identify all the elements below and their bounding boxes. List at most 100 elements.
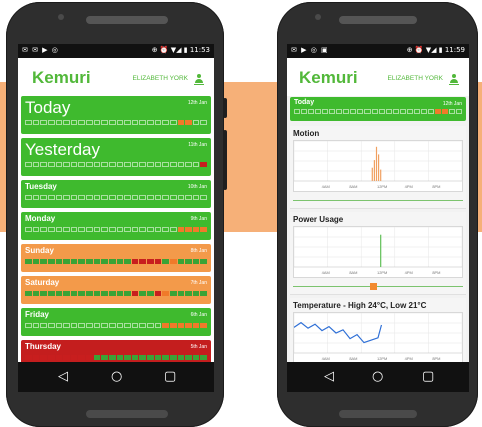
hour-segment: [93, 195, 101, 200]
hour-segment: [147, 355, 154, 360]
hour-segment: [294, 109, 301, 114]
day-card-tuesday[interactable]: Tuesday 10th Jan: [21, 180, 211, 208]
hour-segment: [32, 162, 40, 167]
app-bar: Kemuri ELIZABETH YORK: [287, 58, 469, 96]
hour-segment: [192, 227, 200, 232]
power-bar: [380, 234, 382, 267]
hour-segment: [93, 259, 101, 264]
user-name[interactable]: ELIZABETH YORK: [387, 75, 443, 82]
hour-segment: [116, 195, 124, 200]
tick-label: 8PM: [432, 270, 440, 275]
hour-segment: [200, 291, 207, 296]
tick-label: 4AM: [322, 356, 330, 361]
hour-segment: [147, 291, 154, 296]
motion-bar: [371, 167, 373, 181]
hour-segments: [25, 259, 207, 264]
hour-segments: [25, 291, 207, 296]
status-bar: ✉ ✉ ▶ ◎ ⊕ ⏰ ▼◢ ▮ 11:53: [18, 44, 214, 58]
hour-segment: [40, 120, 47, 125]
hour-segment: [78, 162, 85, 167]
hour-segment: [47, 195, 55, 200]
home-button[interactable]: ○: [372, 368, 383, 386]
day-date: 7th Jan: [190, 280, 207, 286]
hour-segment: [200, 323, 207, 328]
hour-segment: [147, 227, 154, 232]
hour-segment: [185, 291, 192, 296]
kemuri-logo[interactable]: Kemuri: [299, 68, 358, 88]
hour-segment: [185, 162, 192, 167]
graph-title: Power Usage: [293, 215, 344, 224]
hour-segment: [162, 162, 169, 167]
hour-segment: [322, 109, 329, 114]
hour-segment: [78, 355, 85, 360]
screen-left: ✉ ✉ ▶ ◎ ⊕ ⏰ ▼◢ ▮ 11:53 Kemuri ELIZABETH …: [18, 44, 214, 392]
temperature-line: [293, 321, 383, 344]
day-card-today[interactable]: Today 12th Jan: [21, 96, 211, 134]
hour-segment: [200, 162, 207, 167]
hour-segment: [434, 109, 441, 114]
hour-segments: [25, 195, 207, 200]
day-name: Tuesday: [25, 182, 57, 191]
top-speaker: [339, 16, 417, 24]
day-name: Thursday: [25, 342, 62, 351]
day-card-sunday[interactable]: Sunday 8th Jan: [21, 244, 211, 272]
hour-segment: [70, 162, 78, 167]
motion-card[interactable]: Motion 4AM 8AM 12PM 4PM 8PM: [290, 126, 466, 209]
hour-segment: [47, 355, 55, 360]
hour-segment: [116, 227, 124, 232]
day-card-thursday[interactable]: Thursday 5th Jan: [21, 340, 211, 362]
user-name[interactable]: ELIZABETH YORK: [132, 75, 188, 82]
hour-segment: [169, 120, 177, 125]
hour-segment: [147, 120, 154, 125]
back-button[interactable]: ◁: [58, 368, 68, 386]
tick-label: 12PM: [377, 356, 387, 361]
day-card-saturday[interactable]: Saturday 7th Jan: [21, 276, 211, 304]
hour-segment: [456, 109, 463, 114]
hour-segment: [108, 120, 116, 125]
hour-segment: [177, 291, 185, 296]
notification-icons: ✉ ✉ ▶ ◎: [22, 46, 59, 54]
motion-baseline: [293, 200, 463, 201]
kemuri-logo[interactable]: Kemuri: [32, 68, 91, 88]
phone-left: ✉ ✉ ▶ ◎ ⊕ ⏰ ▼◢ ▮ 11:53 Kemuri ELIZABETH …: [6, 2, 227, 427]
hour-segment: [63, 227, 70, 232]
hour-segment: [124, 323, 131, 328]
hour-segment: [55, 323, 63, 328]
graph-list[interactable]: Today 12th Jan Motion 4AM 8AM 12PM 4PM 8PM P…: [287, 96, 469, 362]
hour-segment: [192, 162, 200, 167]
hour-segment: [40, 259, 47, 264]
day-card-yesterday[interactable]: Yesterday 11th Jan: [21, 138, 211, 176]
recent-apps-button[interactable]: ▢: [164, 368, 176, 386]
temperature-card[interactable]: Temperature - High 24°C, Low 21°C 4AM 8AM…: [290, 298, 466, 362]
hour-segment: [70, 355, 78, 360]
hour-segment: [86, 355, 93, 360]
today-card[interactable]: Today 12th Jan: [290, 97, 466, 121]
front-camera: [315, 14, 321, 20]
day-list[interactable]: Today 12th Jan Yesterday 11th Jan Tuesday 10t…: [18, 96, 214, 362]
graph-title: Motion: [293, 129, 320, 138]
power-card[interactable]: Power Usage 4AM 8AM 12PM 4PM 8PM: [290, 212, 466, 295]
hour-segment: [154, 355, 162, 360]
tick-label: 12PM: [377, 270, 387, 275]
hour-segment: [63, 120, 70, 125]
hour-segment: [86, 227, 93, 232]
notification-icons: ✉ ▶ ◎ ▣: [291, 46, 329, 54]
hour-segment: [177, 162, 185, 167]
back-button[interactable]: ◁: [324, 368, 334, 386]
home-button[interactable]: ○: [111, 368, 122, 386]
day-card-monday[interactable]: Monday 9th Jan: [21, 212, 211, 240]
hour-segment: [124, 291, 131, 296]
hour-segment: [154, 323, 162, 328]
recent-apps-button[interactable]: ▢: [422, 368, 434, 386]
hour-segment: [55, 355, 63, 360]
hour-segment: [93, 120, 101, 125]
hour-segment: [200, 195, 207, 200]
user-icon[interactable]: [194, 74, 204, 85]
user-icon[interactable]: [449, 74, 459, 85]
hour-segment: [25, 195, 32, 200]
day-card-friday[interactable]: Friday 6th Jan: [21, 308, 211, 336]
hour-segment: [169, 259, 177, 264]
hour-segment: [25, 323, 32, 328]
hour-segment: [329, 109, 336, 114]
hour-segment: [93, 162, 101, 167]
